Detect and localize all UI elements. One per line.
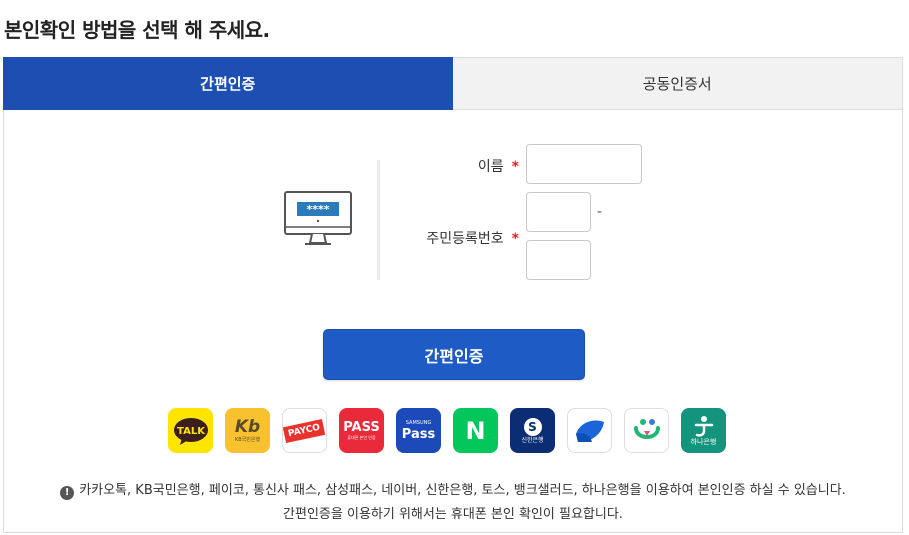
- notice-line-1: ! 카카오톡, KB국민은행, 페이코, 통신사 패스, 삼성패스, 네이버, 신…: [4, 479, 902, 500]
- pass-icon[interactable]: PASS 휴대폰 본인 인증: [339, 408, 384, 453]
- info-icon: !: [60, 486, 75, 500]
- provider-icon-list: TALK Kb KB국민은행 PAYCO PASS 휴대폰 본인 인증 SAMS…: [168, 408, 726, 453]
- banksalad-icon[interactable]: [624, 408, 669, 453]
- simple-auth-panel: **** 이름 * 주민등록번호 * - 간편인증 TALK Kb KB국민은행 P…: [3, 110, 903, 533]
- naver-icon[interactable]: N: [453, 408, 498, 453]
- required-mark: *: [511, 231, 519, 247]
- name-input[interactable]: [526, 144, 642, 184]
- payco-icon[interactable]: PAYCO: [282, 408, 327, 453]
- pass-text: PASS: [343, 420, 380, 435]
- required-mark: *: [511, 159, 519, 175]
- monitor-password-icon: ****: [284, 191, 352, 245]
- kb-logo-text: Kb: [234, 416, 261, 437]
- kb-sub-text: KB국민은행: [234, 436, 261, 443]
- rrn-front-input[interactable]: [526, 192, 591, 232]
- monitor-masked-text: ****: [306, 203, 329, 216]
- toss-icon[interactable]: [567, 408, 612, 453]
- naver-text: N: [465, 416, 486, 445]
- shinhan-sub-text: 신한은행: [521, 436, 544, 444]
- payco-text: PAYCO: [283, 418, 326, 443]
- name-label: 이름 *: [477, 159, 519, 175]
- kakaotalk-text: TALK: [177, 426, 206, 437]
- tab-simple-auth[interactable]: 간편인증: [3, 57, 453, 110]
- tab-joint-certificate[interactable]: 공동인증서: [452, 57, 903, 110]
- notice-line-2: 간편인증을 이용하기 위해서는 휴대폰 본인 확인이 필요합니다.: [283, 507, 623, 522]
- shinhan-logo-text: S: [523, 417, 542, 436]
- hana-bank-icon[interactable]: 하나은행: [681, 408, 726, 453]
- rrn-label: 주민등록번호 *: [426, 231, 519, 247]
- shinhan-bank-icon[interactable]: S 신한은행: [510, 408, 555, 453]
- rrn-back-input[interactable]: [526, 240, 591, 280]
- pass-sub-text: 휴대폰 본인 인증: [347, 435, 376, 440]
- kb-bank-icon[interactable]: Kb KB국민은행: [225, 408, 270, 453]
- kakaotalk-icon[interactable]: TALK: [168, 408, 213, 453]
- rrn-separator: -: [597, 204, 603, 220]
- page-title: 본인확인 방법을 선택 해 주세요.: [4, 18, 270, 42]
- hana-text: 하나은행: [690, 438, 717, 446]
- samsung-sub-text: SAMSUNG: [405, 419, 432, 426]
- samsung-pass-text: Pass: [401, 426, 436, 442]
- auth-method-tabs: 간편인증 공동인증서: [3, 57, 903, 110]
- section-divider: [377, 160, 380, 280]
- samsung-pass-icon[interactable]: SAMSUNG Pass: [396, 408, 441, 453]
- simple-auth-submit-button[interactable]: 간편인증: [323, 329, 585, 380]
